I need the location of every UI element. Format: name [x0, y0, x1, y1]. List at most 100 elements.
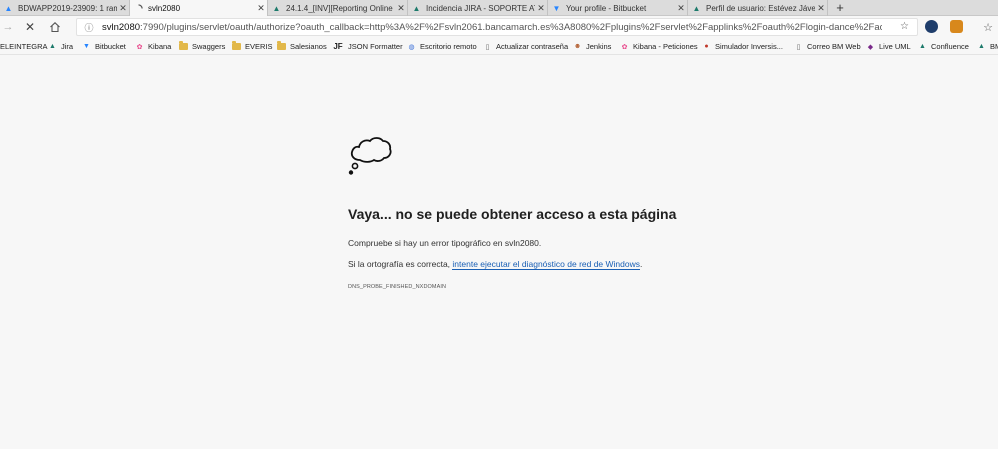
- error-diagnostic-hint: Si la ortografía es correcta, intente ej…: [348, 259, 643, 270]
- folder-icon: [277, 41, 286, 51]
- bookmarks-bar: ELEINTEGRA ▲ Jira ▼ Bitbucket ✿ Kibana S…: [0, 38, 998, 55]
- bookmark-label: Live UML: [879, 42, 911, 51]
- bookmark-label: Confluence: [931, 42, 969, 51]
- error-typo-hint: Compruebe si hay un error tipográfico en…: [348, 238, 542, 248]
- favorite-star-icon[interactable]: ☆: [900, 21, 909, 32]
- bookmark-label: EVERIS: [245, 42, 273, 51]
- network-diagnostic-link[interactable]: intente ejecutar el diagnóstico de red d…: [452, 259, 641, 270]
- bookmark-confluence[interactable]: ▲ Confluence: [918, 40, 969, 53]
- address-bar[interactable]: ⓘ svln2080:7990/plugins/servlet/oauth/au…: [76, 18, 918, 36]
- uml-icon: ◆: [867, 43, 874, 51]
- kibana-icon: ✿: [136, 43, 143, 51]
- bookmark-label: Salesianos: [290, 42, 327, 51]
- close-icon[interactable]: ✕: [255, 3, 267, 14]
- atlassian-icon: ▲: [272, 3, 281, 13]
- extension-icon[interactable]: [950, 20, 963, 33]
- forward-button[interactable]: →: [0, 19, 16, 35]
- bitbucket-icon: ▼: [552, 3, 561, 13]
- bookmark-eleintegra[interactable]: ELEINTEGRA: [0, 40, 48, 53]
- bookmark-label: Swaggers: [192, 42, 226, 51]
- bookmark-label: Kibana - Peticiones: [633, 42, 698, 51]
- bookmark-json-formatter[interactable]: JF JSON Formatter: [332, 40, 403, 53]
- home-button[interactable]: [47, 19, 63, 35]
- tab-title: Your profile - Bitbucket: [566, 3, 647, 13]
- bookmark-live-uml[interactable]: ◆ Live UML: [866, 40, 911, 53]
- extension-icon[interactable]: [925, 20, 938, 33]
- tab-strip: ▲ BDWAPP2019-23909: 1 rama - Jir ✕ svln2…: [0, 0, 998, 17]
- tab-title: Perfil de usuario: Estévez Jávega,: [706, 3, 815, 13]
- kibana-icon: ✿: [621, 43, 628, 51]
- tab-reporting-online[interactable]: ▲ 24.1.4_[INV][Reporting Online 3.0 ✕: [268, 0, 408, 16]
- bookmark-label: Jira: [61, 42, 74, 51]
- close-icon[interactable]: ✕: [535, 3, 547, 14]
- new-tab-button[interactable]: +: [832, 0, 848, 16]
- jenkins-icon: ☻: [573, 43, 582, 50]
- tab-perfil-usuario[interactable]: ▲ Perfil de usuario: Estévez Jávega, ✕: [688, 0, 828, 16]
- tab-title: BDWAPP2019-23909: 1 rama - Jir: [18, 3, 117, 13]
- bookmark-swaggers[interactable]: Swaggers: [179, 40, 225, 53]
- url-host: svln2080: [102, 21, 141, 33]
- error-code: DNS_PROBE_FINISHED_NXDOMAIN: [348, 284, 447, 290]
- close-icon[interactable]: ✕: [395, 3, 407, 14]
- bookmark-simulador-inversis[interactable]: ● Simulador Inversis...: [702, 40, 783, 53]
- bookmark-label: ELEINTEGRA: [0, 42, 48, 51]
- bookmark-label: Kibana: [148, 42, 172, 51]
- folder-icon: [179, 41, 188, 51]
- bookmark-label: BM: [990, 42, 998, 51]
- favorites-star-icon: ☆: [983, 21, 993, 34]
- jira-icon: ▲: [49, 43, 56, 50]
- bookmark-label: Jenkins: [586, 42, 612, 51]
- bookmark-label: Simulador Inversis...: [715, 42, 783, 51]
- cloud-thought-icon: [348, 137, 392, 175]
- close-icon[interactable]: ✕: [815, 3, 827, 14]
- close-icon: ✕: [24, 20, 36, 34]
- bookmark-label: Bitbucket: [95, 42, 126, 51]
- bookmark-escritorio-remoto[interactable]: ◍ Escritorio remoto: [407, 40, 477, 53]
- bookmark-everis[interactable]: EVERIS: [232, 40, 273, 53]
- simulator-icon: ●: [704, 43, 709, 50]
- tab-incidencia-jira[interactable]: ▲ Incidencia JIRA - SOPORTE ATLAS ✕: [408, 0, 548, 16]
- error-title: Vaya... no se puede obtener acceso a est…: [348, 206, 677, 222]
- arrow-right-icon: →: [2, 21, 14, 33]
- confluence-icon: ▲: [919, 43, 926, 50]
- bookmark-actualizar-contrasena[interactable]: ▯ Actualizar contraseña: [483, 40, 569, 53]
- bookmark-bitbucket[interactable]: ▼ Bitbucket: [82, 40, 126, 53]
- bookmark-correo-bm-web[interactable]: ▯ Correo BM Web: [794, 40, 861, 53]
- home-icon: [50, 22, 60, 33]
- diagnostic-suffix: .: [640, 259, 643, 269]
- favorites-button[interactable]: ☆: [980, 19, 996, 35]
- error-page: Vaya... no se puede obtener acceso a est…: [0, 56, 998, 449]
- tab-svln2080[interactable]: svln2080 ✕: [130, 0, 268, 17]
- jira-icon: ▲: [4, 3, 13, 13]
- page-icon: ▯: [796, 43, 801, 51]
- tab-title: Incidencia JIRA - SOPORTE ATLAS: [426, 3, 535, 13]
- bookmark-salesianos[interactable]: Salesianos: [277, 40, 327, 53]
- navigation-bar: → ✕ ⓘ svln2080:7990/plugins/servlet/oaut…: [0, 16, 998, 38]
- diagnostic-prefix: Si la ortografía es correcta,: [348, 259, 453, 269]
- loading-spinner-icon: [134, 4, 143, 13]
- bookmark-jenkins[interactable]: ☻ Jenkins: [573, 40, 612, 53]
- bookmark-bm[interactable]: ▲ BM: [977, 40, 998, 53]
- jira-icon: ▲: [978, 43, 985, 50]
- atlassian-icon: ▲: [412, 3, 421, 13]
- tab-title: svln2080: [148, 4, 181, 13]
- bookmark-label: JSON Formatter: [348, 42, 403, 51]
- bookmark-label: Actualizar contraseña: [496, 42, 569, 51]
- tab-jira-bdwapp[interactable]: ▲ BDWAPP2019-23909: 1 rama - Jir ✕: [0, 0, 130, 16]
- close-icon[interactable]: ✕: [117, 3, 129, 14]
- page-icon: ▯: [485, 43, 490, 51]
- tab-title: 24.1.4_[INV][Reporting Online 3.0: [286, 3, 395, 13]
- json-icon: JF: [333, 42, 343, 51]
- bitbucket-icon: ▼: [83, 43, 90, 50]
- bookmark-kibana-peticiones[interactable]: ✿ Kibana - Peticiones: [620, 40, 698, 53]
- remote-desktop-icon: ◍: [408, 43, 415, 51]
- bookmark-kibana[interactable]: ✿ Kibana: [135, 40, 172, 53]
- info-icon[interactable]: ⓘ: [82, 21, 96, 34]
- bookmark-jira[interactable]: ▲ Jira: [48, 40, 73, 53]
- folder-icon: [232, 41, 241, 51]
- bookmark-label: Escritorio remoto: [420, 42, 477, 51]
- close-icon[interactable]: ✕: [675, 3, 687, 14]
- stop-button[interactable]: ✕: [22, 19, 38, 35]
- bookmark-label: Correo BM Web: [807, 42, 861, 51]
- tab-bitbucket-profile[interactable]: ▼ Your profile - Bitbucket ✕: [548, 0, 688, 16]
